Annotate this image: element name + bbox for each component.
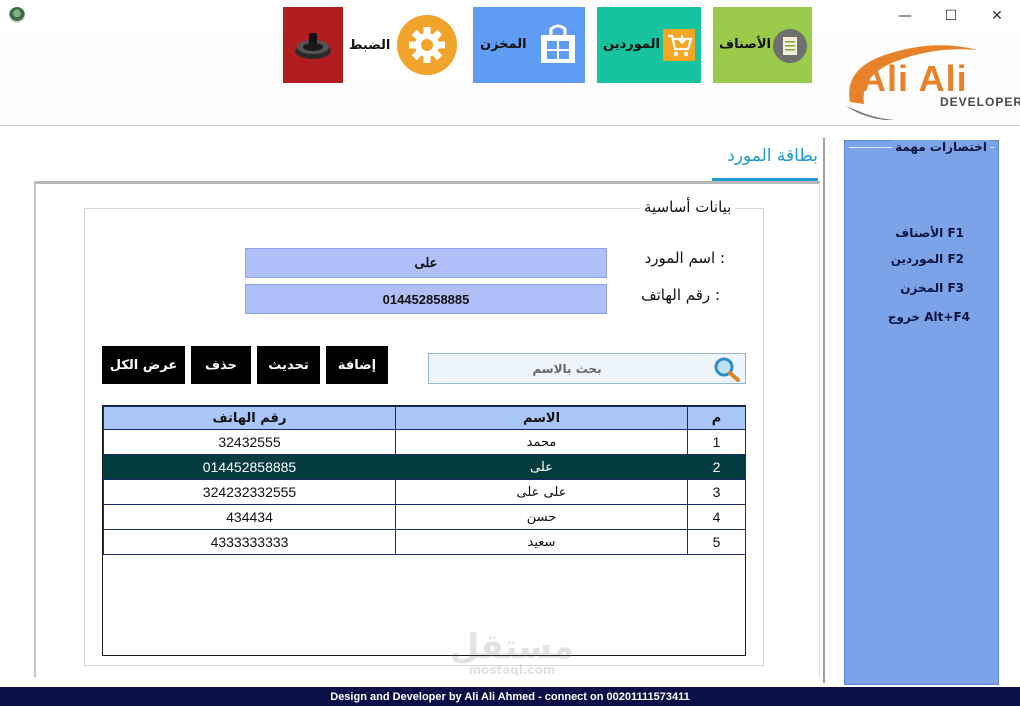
brand-logo: Ali Ali DEVELOPER bbox=[840, 38, 1020, 122]
table-header-row: رقم الهاتف الاسم م bbox=[103, 406, 746, 430]
cell-phone[interactable]: 4333333333 bbox=[103, 529, 396, 555]
cell-index[interactable]: 2 bbox=[687, 454, 746, 480]
toolbar-item-categories[interactable]: الأصناف bbox=[713, 7, 812, 83]
application-window: — ☐ ✕ الضبط المخزن الموردين الأصناف Ali … bbox=[0, 0, 1020, 706]
supplier-name-label: اسم المورد : bbox=[644, 249, 725, 267]
group-title: بيانات أساسية bbox=[640, 198, 736, 216]
shortcuts-panel: اختصارات مهمة الأصناف F1 الموردين F2 الم… bbox=[844, 140, 999, 685]
maximize-button[interactable]: ☐ bbox=[928, 0, 974, 32]
phone-field[interactable]: 014452858885 bbox=[245, 284, 607, 314]
cell-phone[interactable]: 324232332555 bbox=[103, 479, 396, 505]
toolbar-item-categories-label: الأصناف bbox=[719, 37, 771, 52]
table-row[interactable]: 32432555 محمد 1 bbox=[103, 429, 746, 455]
store-icon bbox=[541, 24, 575, 63]
search-input[interactable]: بحث بالاسم bbox=[429, 354, 705, 383]
cell-name[interactable]: حسن bbox=[395, 504, 688, 530]
cart-icon bbox=[663, 29, 695, 61]
app-icon bbox=[9, 7, 25, 23]
column-header-phone[interactable]: رقم الهاتف bbox=[103, 406, 396, 430]
power-icon bbox=[295, 33, 331, 59]
power-tile[interactable] bbox=[283, 7, 343, 83]
search-icon[interactable] bbox=[713, 356, 741, 382]
phone-label: رقم الهاتف : bbox=[641, 286, 720, 304]
table-row[interactable]: 324232332555 على على 3 bbox=[103, 479, 746, 505]
tab-supplier-card[interactable]: بطاقة المورد bbox=[712, 146, 818, 182]
shortcuts-title: اختصارات مهمة bbox=[892, 140, 990, 154]
cell-index[interactable]: 4 bbox=[687, 504, 746, 530]
cell-index[interactable]: 1 bbox=[687, 429, 746, 455]
cell-name[interactable]: محمد bbox=[395, 429, 688, 455]
cell-name[interactable]: سعيد bbox=[395, 529, 688, 555]
cell-index[interactable]: 3 bbox=[687, 479, 746, 505]
table-row[interactable]: 4333333333 سعيد 5 bbox=[103, 529, 746, 555]
toolbar-item-suppliers[interactable]: الموردين bbox=[597, 7, 701, 83]
update-button[interactable]: تحديث bbox=[257, 346, 320, 384]
watermark-logo-text: مستقل bbox=[449, 627, 575, 667]
suppliers-table[interactable]: رقم الهاتف الاسم م 32432555 محمد 1 01445… bbox=[102, 405, 746, 656]
gear-icon bbox=[397, 15, 457, 75]
minimize-button[interactable]: — bbox=[882, 0, 928, 32]
cell-phone[interactable]: 32432555 bbox=[103, 429, 396, 455]
watermark: مستقل mostaql.com bbox=[442, 630, 582, 682]
cell-phone[interactable]: 434434 bbox=[103, 504, 396, 530]
shortcut-categories: الأصناف F1 bbox=[895, 226, 964, 240]
shortcuts-header: اختصارات مهمة bbox=[845, 140, 998, 157]
toolbar-item-store-label: المخزن bbox=[480, 37, 527, 52]
cell-phone[interactable]: 014452858885 bbox=[103, 454, 396, 480]
supplier-name-field[interactable]: على bbox=[245, 248, 607, 278]
cell-name[interactable]: على على bbox=[395, 479, 688, 505]
table-row-selected[interactable]: 014452858885 على 2 bbox=[103, 454, 746, 480]
show-all-button[interactable]: عرض الكل bbox=[102, 346, 185, 384]
logo-subtitle: DEVELOPER bbox=[940, 95, 1020, 109]
panel-divider bbox=[823, 138, 825, 683]
table-row[interactable]: 434434 حسن 4 bbox=[103, 504, 746, 530]
list-icon bbox=[773, 29, 807, 63]
logo-title: Ali Ali bbox=[860, 58, 968, 99]
shortcut-suppliers: الموردين F2 bbox=[890, 252, 964, 266]
delete-button[interactable]: حذف bbox=[191, 346, 251, 384]
toolbar-item-store[interactable]: المخزن bbox=[473, 7, 585, 83]
search-box[interactable]: بحث بالاسم bbox=[428, 353, 746, 384]
toolbar-item-suppliers-label: الموردين bbox=[603, 37, 660, 52]
cell-index[interactable]: 5 bbox=[687, 529, 746, 555]
shortcut-store: المخزن F3 bbox=[900, 281, 964, 295]
cell-name[interactable]: على bbox=[395, 454, 688, 480]
footer-credits: Design and Developer by Ali Ali Ahmed - … bbox=[0, 687, 1020, 706]
toolbar-item-settings[interactable]: الضبط bbox=[343, 7, 461, 83]
add-button[interactable]: إضافة bbox=[326, 346, 388, 384]
toolbar-item-settings-label: الضبط bbox=[349, 37, 391, 53]
column-header-name[interactable]: الاسم bbox=[395, 406, 688, 430]
close-button[interactable]: ✕ bbox=[974, 0, 1020, 32]
shortcut-exit: خروج Alt+F4 bbox=[887, 310, 970, 324]
column-header-index[interactable]: م bbox=[687, 406, 746, 430]
